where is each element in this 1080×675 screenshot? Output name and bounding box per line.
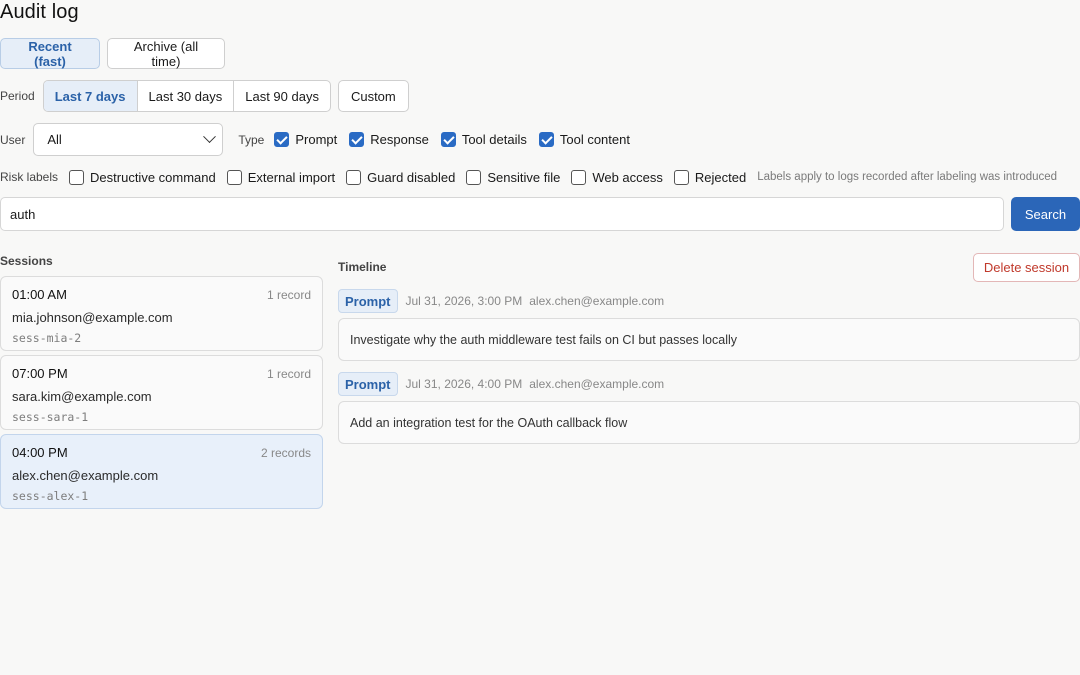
risk-external-import-label: External import	[247, 169, 336, 185]
risk-guard-disabled-checkbox[interactable]: Guard disabled	[346, 169, 456, 185]
type-label: Type	[238, 132, 265, 147]
sessions-heading: Sessions	[0, 254, 53, 268]
type-response-label: Response	[370, 132, 429, 147]
period-label: Period	[0, 89, 35, 103]
type-tool-content-checkbox[interactable]: Tool content	[538, 132, 630, 147]
chevron-down-icon	[203, 130, 217, 144]
checkbox-checked-icon[interactable]	[274, 132, 290, 147]
checkbox-checked-icon[interactable]	[349, 132, 365, 147]
session-record-count: 1 record	[266, 288, 311, 302]
type-tool-details-label: Tool details	[461, 132, 527, 147]
checkbox-unchecked-icon[interactable]	[69, 169, 85, 185]
timeline-event: Prompt Jul 31, 2026, 4:00 PM alex.chen@e…	[338, 372, 1080, 444]
risk-web-access-checkbox[interactable]: Web access	[571, 169, 663, 185]
checkbox-checked-icon[interactable]	[538, 132, 554, 147]
type-response-checkbox[interactable]: Response	[349, 132, 429, 147]
session-user: sara.kim@example.com	[12, 389, 152, 404]
audit-log-page: Audit log Recent (fast) Archive (all tim…	[0, 0, 1080, 675]
risk-label-filters: Risk labels Destructive command External…	[0, 168, 1057, 186]
period-last-90-days[interactable]: Last 90 days	[234, 81, 330, 111]
delete-session-button[interactable]: Delete session	[973, 253, 1080, 282]
session-id: sess-sara-1	[12, 410, 89, 424]
checkbox-unchecked-icon[interactable]	[466, 169, 482, 185]
risk-labels-hint: Labels apply to logs recorded after labe…	[757, 171, 1058, 183]
period-last-30-days[interactable]: Last 30 days	[138, 81, 235, 111]
risk-sensitive-file-label: Sensitive file	[487, 169, 561, 185]
session-user: alex.chen@example.com	[12, 468, 159, 483]
user-select-value: All	[47, 132, 62, 147]
event-timestamp: Jul 31, 2026, 3:00 PM	[405, 294, 523, 308]
type-prompt-checkbox[interactable]: Prompt	[274, 132, 337, 147]
page-title: Audit log	[0, 1, 79, 23]
search-button[interactable]: Search	[1011, 197, 1080, 231]
period-last-7-days[interactable]: Last 7 days	[43, 81, 138, 111]
checkbox-checked-icon[interactable]	[440, 132, 456, 147]
tab-archive[interactable]: Archive (all time)	[107, 38, 225, 69]
type-tool-details-checkbox[interactable]: Tool details	[440, 132, 527, 147]
type-tool-content-label: Tool content	[559, 132, 630, 147]
event-content: Investigate why the auth middleware test…	[338, 318, 1080, 361]
risk-web-access-label: Web access	[592, 169, 663, 185]
risk-destructive-command-label: Destructive command	[90, 169, 216, 185]
risk-rejected-label: Rejected	[694, 169, 747, 185]
checkbox-unchecked-icon[interactable]	[571, 169, 587, 185]
event-content: Add an integration test for the OAuth ca…	[338, 401, 1080, 444]
checkbox-unchecked-icon[interactable]	[673, 169, 689, 185]
user-label: User	[0, 132, 26, 147]
session-record-count: 2 records	[260, 446, 311, 460]
session-id: sess-alex-1	[12, 489, 89, 503]
user-type-filters: User All Type Prompt Response Tool detai…	[0, 123, 642, 156]
session-card-selected[interactable]: 04:00 PM 2 records alex.chen@example.com…	[0, 434, 323, 509]
tab-recent[interactable]: Recent (fast)	[0, 38, 100, 69]
event-timestamp: Jul 31, 2026, 4:00 PM	[405, 377, 523, 391]
risk-labels-label: Risk labels	[0, 170, 59, 184]
session-user: mia.johnson@example.com	[12, 310, 173, 325]
session-card[interactable]: 01:00 AM 1 record mia.johnson@example.co…	[0, 276, 323, 351]
session-list: 01:00 AM 1 record mia.johnson@example.co…	[0, 276, 323, 513]
period-filter: Period Last 7 days Last 30 days Last 90 …	[0, 80, 409, 112]
period-custom-button[interactable]: Custom	[337, 80, 409, 112]
timeline-event: Prompt Jul 31, 2026, 3:00 PM alex.chen@e…	[338, 289, 1080, 361]
event-header: Prompt Jul 31, 2026, 3:00 PM alex.chen@e…	[338, 289, 1080, 313]
session-card[interactable]: 07:00 PM 1 record sara.kim@example.com s…	[0, 355, 323, 430]
event-user: alex.chen@example.com	[529, 294, 665, 308]
source-toggle: Recent (fast) Archive (all time)	[0, 38, 225, 69]
search-input[interactable]	[0, 197, 1004, 231]
event-type-badge: Prompt	[338, 289, 398, 313]
timeline-heading: Timeline	[338, 260, 387, 274]
checkbox-unchecked-icon[interactable]	[346, 169, 362, 185]
user-select[interactable]: All	[33, 123, 224, 156]
event-user: alex.chen@example.com	[529, 377, 665, 391]
risk-rejected-checkbox[interactable]: Rejected	[673, 169, 747, 185]
event-type-badge: Prompt	[338, 372, 398, 396]
risk-sensitive-file-checkbox[interactable]: Sensitive file	[466, 169, 561, 185]
risk-guard-disabled-label: Guard disabled	[367, 169, 456, 185]
session-record-count: 1 record	[266, 367, 311, 381]
event-header: Prompt Jul 31, 2026, 4:00 PM alex.chen@e…	[338, 372, 1080, 396]
session-id: sess-mia-2	[12, 331, 82, 345]
risk-destructive-command-checkbox[interactable]: Destructive command	[69, 169, 216, 185]
period-segmented-control: Last 7 days Last 30 days Last 90 days	[42, 80, 331, 112]
checkbox-unchecked-icon[interactable]	[226, 169, 242, 185]
type-prompt-label: Prompt	[295, 132, 338, 147]
risk-external-import-checkbox[interactable]: External import	[226, 169, 336, 185]
